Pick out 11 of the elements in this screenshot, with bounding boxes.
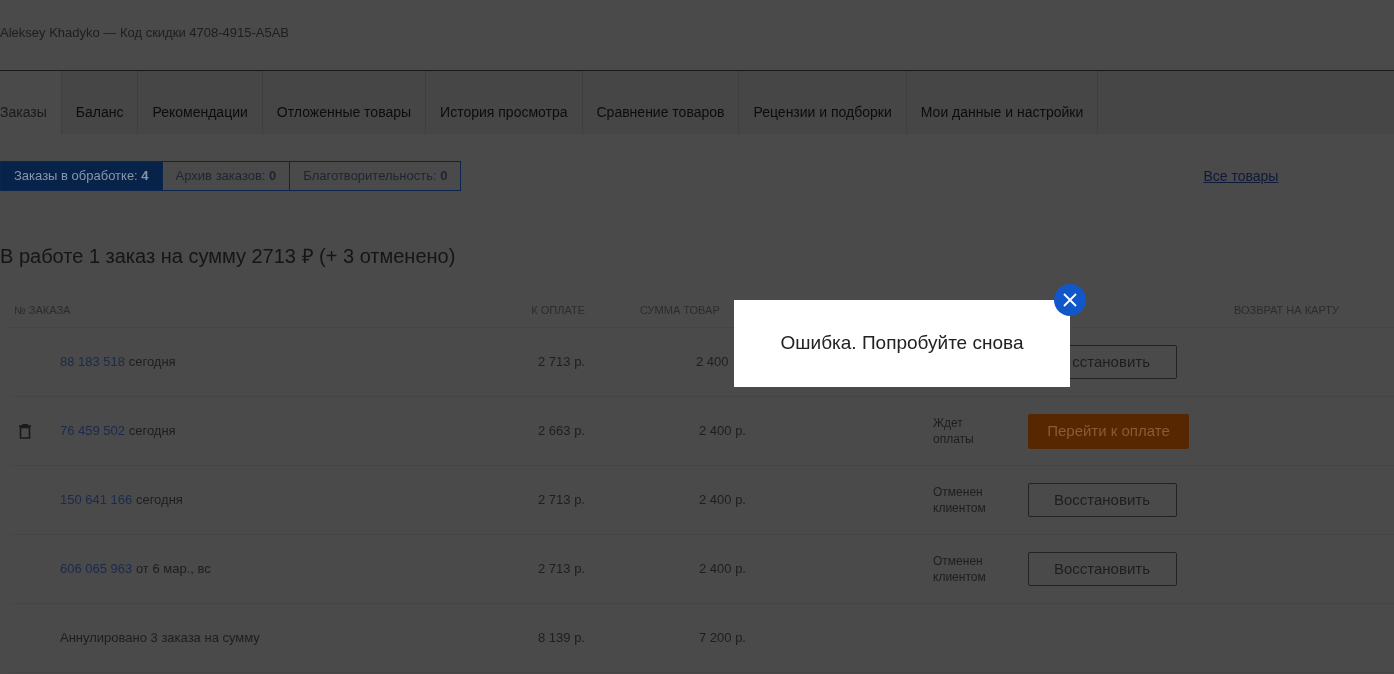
all-goods-link[interactable]: Все товары [1203, 165, 1279, 187]
tab[interactable]: Мои данные и настройки [906, 71, 1099, 134]
tab[interactable]: Сравнение товаров [582, 71, 740, 134]
tab[interactable]: Рецензии и подборки [739, 71, 907, 134]
filter-tab[interactable]: Заказы в обработке: 4 [1, 162, 163, 190]
tab[interactable]: Баланс [61, 71, 139, 134]
error-message: Ошибка. Попробуйте снова [780, 331, 1024, 356]
close-icon[interactable] [1054, 284, 1086, 316]
tab[interactable]: Рекомендации [138, 71, 263, 134]
tab[interactable]: Отложенные товары [262, 71, 427, 134]
tab[interactable]: История просмотра [426, 71, 583, 134]
